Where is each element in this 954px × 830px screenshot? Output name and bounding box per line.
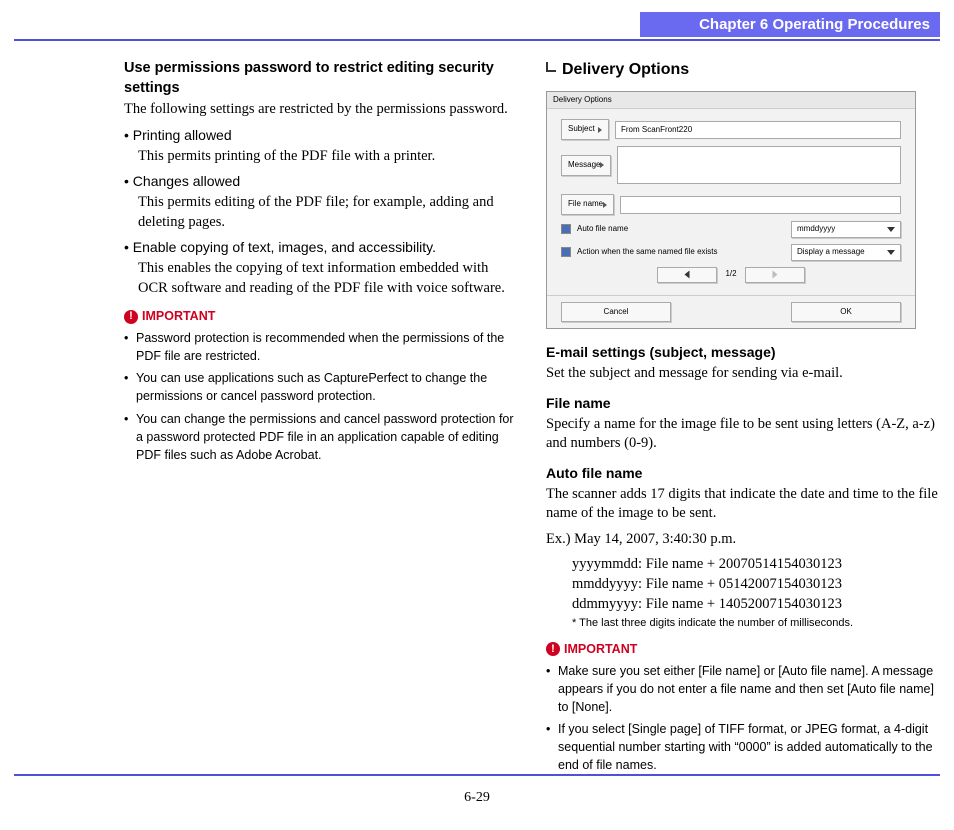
- ss-auto-select[interactable]: mmddyyyy: [791, 221, 901, 238]
- ss-message-field[interactable]: [617, 146, 901, 184]
- chevron-right-icon: [603, 202, 607, 208]
- left-column: Use permissions password to restrict edi…: [14, 59, 518, 779]
- ss-window-title: Delivery Options: [547, 92, 915, 110]
- chevron-down-icon: [887, 227, 895, 232]
- autofilename-heading: Auto file name: [546, 464, 940, 483]
- ss-next-button[interactable]: [745, 267, 805, 283]
- section-marker-icon: [546, 62, 556, 72]
- note-r2: If you select [Single page] of TIFF form…: [558, 720, 940, 774]
- chevron-right-icon: [772, 271, 777, 279]
- chevron-right-icon: [600, 162, 604, 168]
- ss-action-select[interactable]: Display a message: [791, 244, 901, 261]
- email-settings-desc: Set the subject and message for sending …: [546, 364, 940, 384]
- chapter-header: Chapter 6 Operating Procedures: [640, 12, 940, 37]
- important-label: IMPORTANT: [142, 308, 215, 325]
- example-1: yyyymmdd: File name + 20070514154030123: [572, 555, 940, 575]
- important-notes-right: •Make sure you set either [File name] or…: [546, 662, 940, 775]
- right-column: Delivery Options Delivery Options Subjec…: [546, 59, 940, 779]
- content-columns: Use permissions password to restrict edi…: [0, 41, 954, 779]
- bullet-changes-desc: This permits editing of the PDF file; fo…: [138, 193, 518, 232]
- important-row-right: ! IMPORTANT: [546, 641, 940, 658]
- ss-filename-field[interactable]: [620, 196, 901, 214]
- ss-auto-label: Auto file name: [577, 224, 785, 235]
- note-l1: Password protection is recommended when …: [136, 329, 518, 365]
- bullet-printing-desc: This permits printing of the PDF file wi…: [138, 147, 518, 167]
- page-number: 6-29: [0, 790, 954, 806]
- important-icon: !: [124, 310, 138, 324]
- chevron-left-icon: [685, 271, 690, 279]
- autofilename-desc: The scanner adds 17 digits that indicate…: [546, 485, 940, 524]
- delivery-options-screenshot: Delivery Options Subject From ScanFront2…: [546, 91, 916, 330]
- delivery-options-title: Delivery Options: [546, 59, 940, 81]
- email-settings-heading: E-mail settings (subject, message): [546, 343, 940, 362]
- note-l3: You can change the permissions and cance…: [136, 410, 518, 464]
- example-2: mmddyyyy: File name + 05142007154030123: [572, 575, 940, 595]
- filename-heading: File name: [546, 394, 940, 413]
- bullet-copy-label: Enable copying of text, images, and acce…: [124, 238, 518, 257]
- delivery-options-text: Delivery Options: [562, 61, 689, 78]
- filename-desc: Specify a name for the image file to be …: [546, 415, 940, 454]
- note-r1: Make sure you set either [File name] or …: [558, 662, 940, 716]
- permissions-intro: The following settings are restricted by…: [124, 100, 518, 120]
- chevron-down-icon: [887, 250, 895, 255]
- ss-ok-button[interactable]: OK: [791, 302, 901, 323]
- example-3: ddmmyyyy: File name + 14052007154030123: [572, 595, 940, 615]
- bullet-printing-label: Printing allowed: [124, 126, 518, 145]
- note-l2: You can use applications such as Capture…: [136, 369, 518, 405]
- ss-auto-checkbox[interactable]: [561, 224, 571, 234]
- important-notes-left: •Password protection is recommended when…: [124, 329, 518, 464]
- ss-action-label: Action when the same named file exists: [577, 247, 785, 258]
- bullet-changes-label: Changes allowed: [124, 172, 518, 191]
- footer-rule: [14, 774, 940, 776]
- ss-action-checkbox[interactable]: [561, 247, 571, 257]
- ss-cancel-button[interactable]: Cancel: [561, 302, 671, 323]
- ss-subject-field[interactable]: From ScanFront220: [615, 121, 901, 139]
- ss-page-indicator: 1/2: [725, 269, 736, 280]
- bullet-copy-desc: This enables the copying of text informa…: [138, 259, 518, 298]
- important-icon: !: [546, 642, 560, 656]
- chevron-right-icon: [598, 127, 602, 133]
- example-line: Ex.) May 14, 2007, 3:40:30 p.m.: [546, 530, 940, 550]
- important-row-left: ! IMPORTANT: [124, 308, 518, 325]
- example-note: * The last three digits indicate the num…: [572, 616, 940, 631]
- ss-message-button[interactable]: Message: [561, 155, 611, 176]
- ss-subject-button[interactable]: Subject: [561, 119, 609, 140]
- ss-prev-button[interactable]: [657, 267, 717, 283]
- permissions-heading: Use permissions password to restrict edi…: [124, 59, 518, 98]
- ss-filename-button[interactable]: File name: [561, 194, 614, 215]
- important-label: IMPORTANT: [564, 641, 637, 658]
